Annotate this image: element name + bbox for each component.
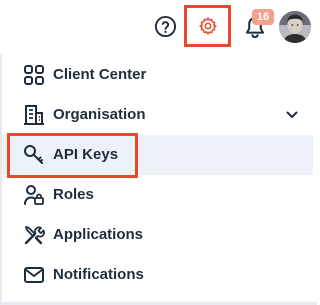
building-icon	[23, 104, 45, 126]
notification-count-badge: 16	[252, 9, 274, 25]
menu-item-applications[interactable]: Applications	[2, 215, 313, 255]
gear-icon	[199, 17, 217, 35]
menu-item-roles[interactable]: Roles	[2, 175, 313, 215]
question-circle-icon[interactable]	[154, 15, 177, 38]
menu-item-label: Roles	[53, 186, 94, 203]
top-bar: 16	[0, 0, 317, 52]
chevron-down-icon[interactable]	[285, 108, 299, 122]
menu-item-label: Notifications	[53, 266, 144, 283]
grid-four-squares-icon	[23, 64, 45, 86]
menu-item-label: Client Center	[53, 66, 147, 83]
key-icon	[23, 144, 45, 166]
settings-dropdown-menu: Client Center Organisation API Keys Role…	[0, 54, 317, 305]
menu-item-organisation[interactable]: Organisation	[2, 95, 313, 135]
page: 16 Client Center Organisation API Keys R…	[0, 0, 317, 305]
menu-item-client-center[interactable]: Client Center	[2, 55, 313, 95]
menu-item-label: API Keys	[53, 146, 119, 163]
user-lock-icon	[23, 184, 45, 206]
menu-item-api-keys[interactable]: API Keys	[2, 135, 313, 175]
menu-item-label: Organisation	[53, 106, 146, 123]
settings-button[interactable]	[184, 5, 231, 47]
envelope-icon	[23, 264, 45, 286]
tools-icon	[23, 224, 45, 246]
menu-item-label: Applications	[53, 226, 144, 243]
menu-item-notifications[interactable]: Notifications	[2, 255, 313, 295]
avatar[interactable]	[279, 11, 311, 43]
